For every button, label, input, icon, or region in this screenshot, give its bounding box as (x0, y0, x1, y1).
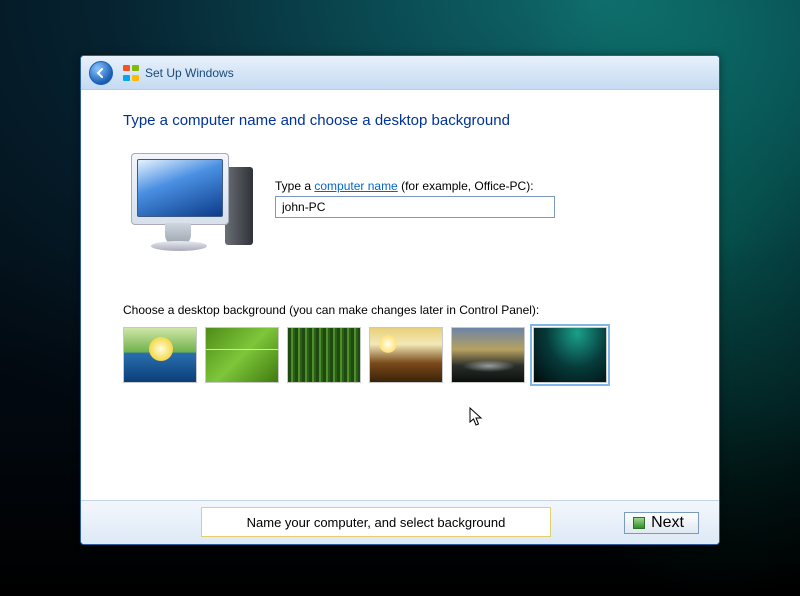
next-button[interactable]: Next (624, 512, 699, 534)
next-button-label: Next (651, 514, 684, 532)
windows-flag-icon (123, 65, 139, 81)
page-heading: Type a computer name and choose a deskto… (123, 112, 677, 129)
footer: Name your computer, and select backgroun… (81, 500, 719, 544)
computer-name-input[interactable] (275, 196, 555, 218)
bg-thumb-vista-hills[interactable] (123, 327, 197, 383)
bg-thumb-green-leaf[interactable] (205, 327, 279, 383)
background-section-label: Choose a desktop background (you can mak… (123, 303, 677, 317)
computer-name-form: Type a computer name (for example, Offic… (275, 153, 677, 218)
background-thumbnails (123, 327, 677, 383)
computer-name-label: Type a computer name (for example, Offic… (275, 179, 677, 193)
content-area: Type a computer name and choose a deskto… (81, 90, 719, 500)
bg-thumb-aurora[interactable] (533, 327, 607, 383)
setup-window: Set Up Windows Type a computer name and … (80, 55, 720, 545)
back-button[interactable] (89, 61, 113, 85)
bg-thumb-autumn-field[interactable] (369, 327, 443, 383)
computer-name-link[interactable]: computer name (314, 179, 397, 193)
bg-thumb-mountain-reflection[interactable] (451, 327, 525, 383)
next-shield-icon (633, 517, 645, 529)
helper-callout: Name your computer, and select backgroun… (201, 507, 551, 537)
computer-illustration-icon (123, 153, 253, 263)
window-title: Set Up Windows (145, 66, 234, 80)
back-arrow-icon (95, 67, 107, 79)
titlebar: Set Up Windows (81, 56, 719, 90)
bg-thumb-bamboo[interactable] (287, 327, 361, 383)
